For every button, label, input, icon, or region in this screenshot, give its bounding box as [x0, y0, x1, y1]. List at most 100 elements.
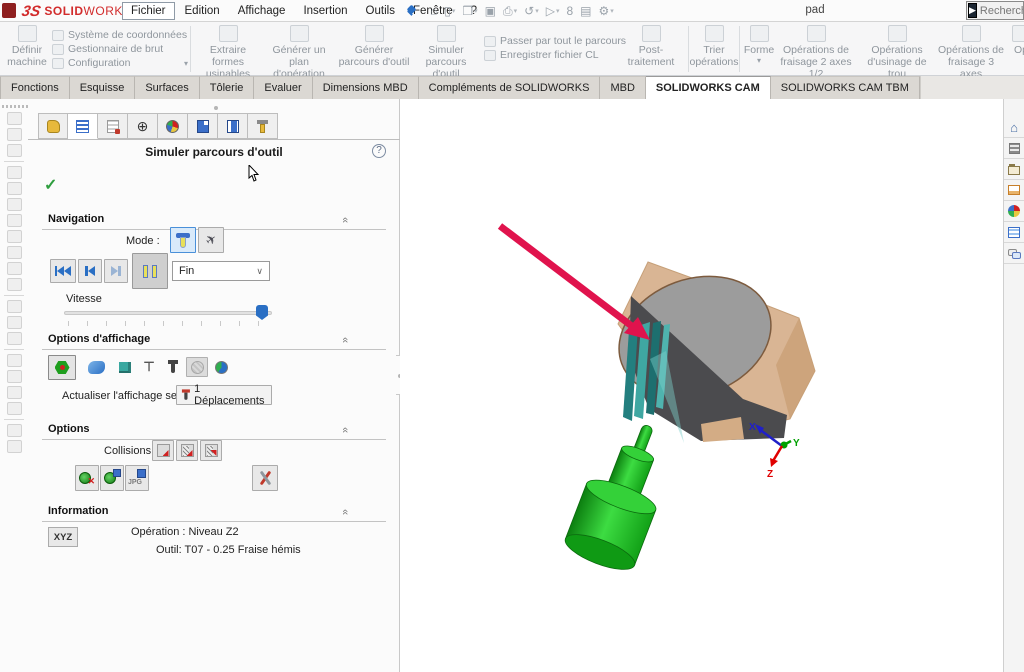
- tab-fonctions[interactable]: Fonctions: [0, 76, 70, 99]
- cam-feature-icon[interactable]: [7, 278, 22, 291]
- open-document-icon[interactable]: ❒▾: [460, 4, 479, 18]
- cam-feature-icon[interactable]: [7, 386, 22, 399]
- taskpane-home-button[interactable]: ⌂: [1004, 117, 1024, 138]
- simulate-toolpath-button[interactable]: Simuler parcours d'outil: [412, 24, 480, 80]
- file-properties-icon[interactable]: ▤: [578, 4, 593, 18]
- tab-property-manager[interactable]: [68, 113, 98, 139]
- cam-feature-icon[interactable]: [7, 424, 22, 437]
- cam-feature-icon[interactable]: [7, 182, 22, 195]
- cam-feature-icon[interactable]: [7, 128, 22, 141]
- rebuild-icon[interactable]: 8: [564, 4, 575, 18]
- step-back-button[interactable]: [78, 259, 102, 283]
- help-icon[interactable]: ?: [372, 144, 386, 158]
- search-commands-icon[interactable]: ▶: [968, 3, 977, 18]
- shape-button[interactable]: Forme ▾: [741, 24, 777, 65]
- collapse-chevron-icon[interactable]: «: [339, 337, 351, 343]
- tab-dimensions-mbd[interactable]: Dimensions MBD: [313, 76, 419, 99]
- tab-evaluer[interactable]: Evaluer: [254, 76, 312, 99]
- stock-manager-button[interactable]: Gestionnaire de brut: [52, 43, 188, 55]
- cam-feature-icon[interactable]: [7, 370, 22, 383]
- taskpane-view-palette-button[interactable]: [1004, 180, 1024, 201]
- collision-holder-button[interactable]: [176, 440, 198, 461]
- toolbar-grip[interactable]: [2, 105, 28, 108]
- tab-cam-operation-tree[interactable]: [218, 113, 248, 139]
- home-icon[interactable]: ⌂: [428, 4, 439, 18]
- generate-toolpath-button[interactable]: Générer parcours d'outil: [338, 24, 410, 68]
- taskpane-custom-properties-button[interactable]: [1004, 222, 1024, 243]
- tab-feature-manager[interactable]: [38, 113, 68, 139]
- collapse-chevron-icon[interactable]: «: [339, 217, 351, 223]
- step-forward-button[interactable]: [104, 259, 128, 283]
- pause-button[interactable]: [132, 253, 168, 289]
- cam-feature-icon[interactable]: [7, 198, 22, 211]
- collision-tool-button[interactable]: [152, 440, 174, 461]
- cam-feature-icon[interactable]: [7, 246, 22, 259]
- collapse-chevron-icon[interactable]: «: [339, 427, 351, 433]
- xyz-position-button[interactable]: XYZ: [48, 527, 78, 547]
- search-input[interactable]: Recherch: [980, 5, 1024, 17]
- tab-solidworks-cam-tbm[interactable]: SOLIDWORKS CAM TBM: [771, 76, 920, 99]
- menu-outils[interactable]: Outils: [358, 3, 403, 19]
- tab-cam-feature-tree[interactable]: [188, 113, 218, 139]
- ops-hole-button[interactable]: Opérations d'usinage de trou: [858, 24, 936, 80]
- ops-cutoff-button[interactable]: Op: [1006, 24, 1024, 56]
- post-process-button[interactable]: Post-traitement: [616, 24, 686, 68]
- step-through-toolpath-button[interactable]: Passer par tout le parcours: [484, 35, 612, 47]
- menu-affichage[interactable]: Affichage: [230, 3, 294, 19]
- speed-slider-thumb[interactable]: [256, 305, 268, 320]
- turbo-mode-button[interactable]: ✈: [198, 227, 224, 253]
- cam-feature-icon[interactable]: [7, 332, 22, 345]
- ops-25axis-button[interactable]: Opérations de fraisage 2 axes 1/2: [778, 24, 854, 80]
- holder-display-button[interactable]: ⊤: [138, 357, 160, 377]
- menu-edition[interactable]: Edition: [177, 3, 228, 19]
- go-to-start-button[interactable]: [50, 259, 76, 283]
- fixture-display-button[interactable]: [114, 357, 136, 377]
- cam-feature-icon[interactable]: [7, 300, 22, 313]
- graphics-viewport[interactable]: X Y Z: [400, 99, 1003, 672]
- cam-feature-icon[interactable]: [7, 112, 22, 125]
- cam-feature-icon[interactable]: [7, 144, 22, 157]
- cam-feature-icon[interactable]: [7, 354, 22, 367]
- taskpane-file-explorer-button[interactable]: [1004, 159, 1024, 180]
- tab-dimxpert-manager[interactable]: ⊕: [128, 113, 158, 139]
- tab-complements[interactable]: Compléments de SOLIDWORKS: [419, 76, 601, 99]
- taskpane-forum-button[interactable]: [1004, 243, 1024, 264]
- tab-configuration-manager[interactable]: [98, 113, 128, 139]
- menu-insertion[interactable]: Insertion: [295, 3, 355, 19]
- pin-menu-icon[interactable]: [406, 5, 418, 17]
- simulation-settings-button[interactable]: [252, 465, 278, 491]
- coordinate-system-button[interactable]: Système de coordonnées: [52, 29, 188, 41]
- stop-simulation-record-button[interactable]: ✕: [75, 465, 99, 491]
- taskpane-appearances-button[interactable]: [1004, 201, 1024, 222]
- chevron-down-icon[interactable]: ▾: [757, 56, 761, 65]
- options-gear-icon[interactable]: ⚙▾: [596, 4, 615, 18]
- ops-3axis-button[interactable]: Opérations de fraisage 3 axes: [938, 24, 1004, 80]
- tool-display-button[interactable]: [162, 357, 184, 377]
- taskpane-design-library-button[interactable]: [1004, 138, 1024, 159]
- sort-operations-button[interactable]: Trier opérations: [691, 24, 737, 68]
- speed-slider-track[interactable]: [64, 311, 272, 315]
- comparison-display-button[interactable]: [210, 357, 232, 377]
- define-machine-button[interactable]: Définir machine: [6, 24, 48, 68]
- target-part-display-button[interactable]: [82, 354, 110, 380]
- tab-esquisse[interactable]: Esquisse: [70, 76, 136, 99]
- cam-feature-icon[interactable]: [7, 316, 22, 329]
- cam-feature-icon[interactable]: [7, 214, 22, 227]
- cam-feature-icon[interactable]: [7, 440, 22, 453]
- cam-feature-icon[interactable]: [7, 230, 22, 243]
- new-document-icon[interactable]: ▯▾: [442, 4, 457, 18]
- search-box[interactable]: ▶ Recherch: [966, 1, 1024, 20]
- tab-cam-tools-tree[interactable]: [248, 113, 278, 139]
- tab-display-manager[interactable]: [158, 113, 188, 139]
- collision-fixture-button[interactable]: [200, 440, 222, 461]
- save-cl-file-button[interactable]: Enregistrer fichier CL: [484, 49, 612, 61]
- collapse-chevron-icon[interactable]: «: [339, 509, 351, 515]
- cam-feature-icon[interactable]: [7, 402, 22, 415]
- extract-features-button[interactable]: Extraire formes usinables: [196, 24, 260, 80]
- save-image-jpg-button[interactable]: JPG: [125, 465, 149, 491]
- run-to-position-select[interactable]: Fin ∨: [172, 261, 270, 281]
- menu-fichier[interactable]: Fichier: [122, 2, 175, 20]
- tab-solidworks-cam[interactable]: SOLIDWORKS CAM: [646, 76, 771, 99]
- ok-button[interactable]: ✓: [44, 175, 57, 195]
- undo-icon[interactable]: ↺▾: [522, 4, 541, 18]
